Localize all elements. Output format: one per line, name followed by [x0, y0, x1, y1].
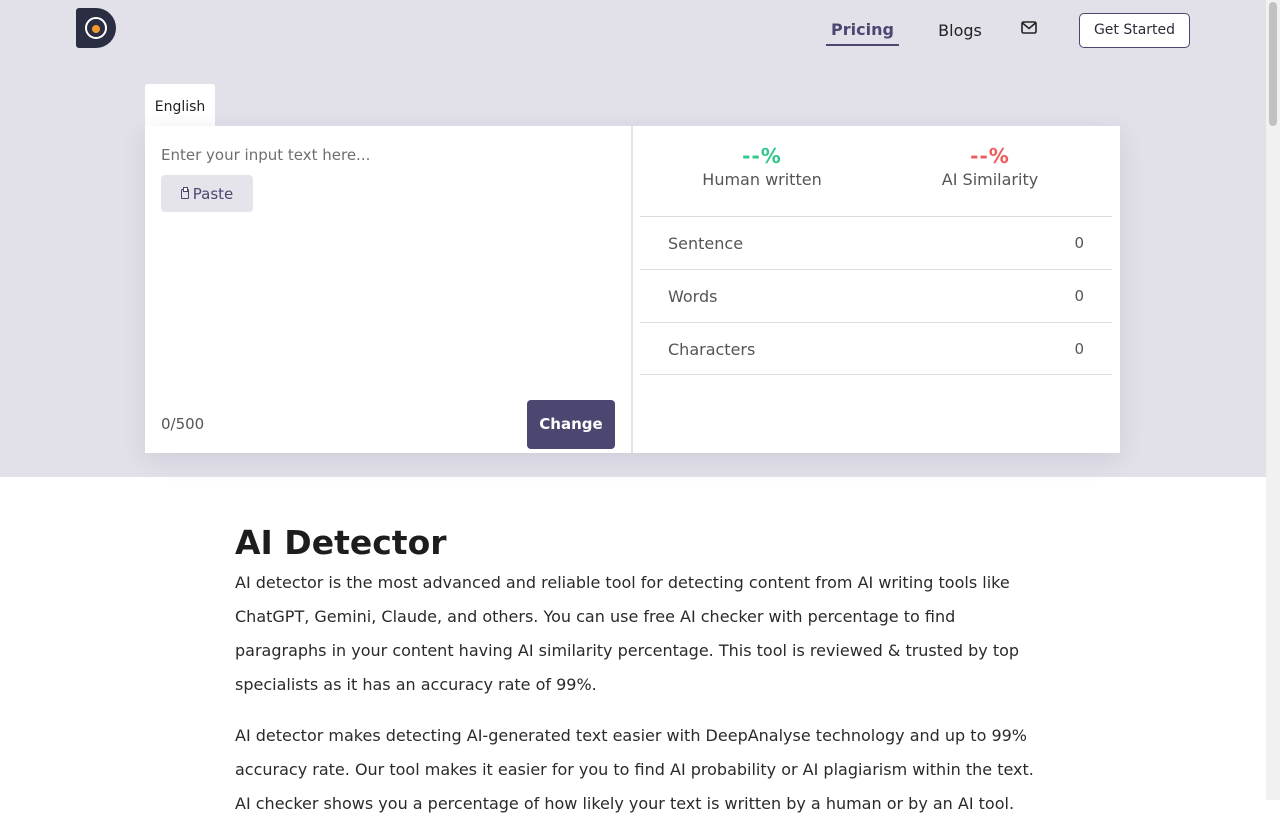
nav-pricing[interactable]: Pricing [826, 16, 899, 46]
ai-label: AI Similarity [941, 170, 1039, 189]
character-counter: 0/500 [161, 415, 205, 433]
logo[interactable] [76, 8, 116, 48]
stat-row-characters: Characters 0 [640, 322, 1112, 375]
stat-value: 0 [1074, 340, 1084, 358]
paste-label: Paste [192, 184, 234, 203]
change-button[interactable]: Change [527, 400, 615, 449]
stat-row-words: Words 0 [640, 269, 1112, 322]
stat-row-sentence: Sentence 0 [640, 216, 1112, 269]
stat-label: Characters [668, 340, 756, 359]
tab-english[interactable]: English [145, 84, 215, 126]
article-paragraph: AI detector is the most advanced and rel… [235, 573, 1020, 694]
ai-score: --% AI Similarity [890, 144, 1090, 189]
stat-label: Sentence [668, 234, 744, 253]
nav-blogs[interactable]: Blogs [936, 16, 984, 46]
ai-percent: --% [970, 144, 1010, 168]
human-percent: --% [742, 144, 782, 168]
stat-value: 0 [1074, 234, 1084, 252]
article-paragraph: AI detector makes detecting AI-generated… [235, 726, 1034, 813]
page-scrollbar[interactable] [1266, 0, 1280, 800]
panel-divider [631, 126, 633, 453]
text-input[interactable] [161, 140, 616, 170]
scrollbar-thumb[interactable] [1269, 2, 1277, 126]
paste-button[interactable]: Paste [161, 175, 253, 212]
logo-mark-icon [85, 17, 107, 39]
clipboard-icon [180, 186, 189, 199]
stat-label: Words [668, 287, 718, 306]
article-title: AI Detector [235, 523, 447, 562]
human-label: Human written [702, 170, 822, 189]
detector-card: Paste 0/500 Change --% Human written --%… [145, 126, 1120, 453]
get-started-button[interactable]: Get Started [1079, 13, 1190, 48]
mail-icon[interactable] [1021, 21, 1037, 34]
human-score: --% Human written [662, 144, 862, 189]
stat-value: 0 [1074, 287, 1084, 305]
